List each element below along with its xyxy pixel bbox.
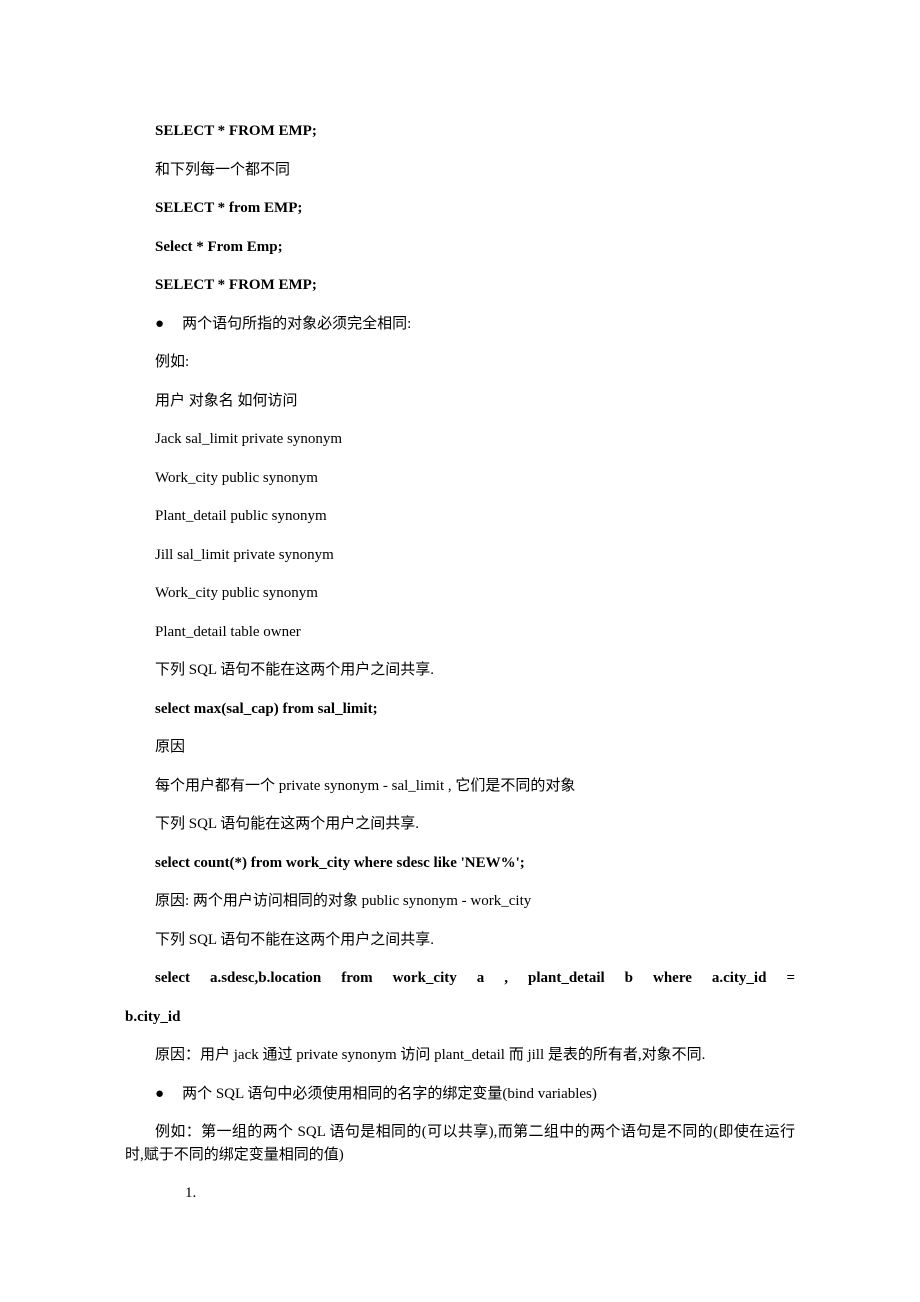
text-line: 下列 SQL 语句能在这两个用户之间共享. [125, 813, 795, 836]
text-line: 原因：用户 jack 通过 private synonym 访问 plant_d… [125, 1044, 795, 1067]
text-line: 每个用户都有一个 private synonym - sal_limit , 它… [125, 775, 795, 798]
text-line: Plant_detail table owner [125, 621, 795, 644]
text-line: Work_city public synonym [125, 582, 795, 605]
text-line: Plant_detail public synonym [125, 505, 795, 528]
sql-statement-5: select max(sal_cap) from sal_limit; [125, 698, 795, 721]
text-line: Work_city public synonym [125, 467, 795, 490]
sql-statement-1: SELECT * FROM EMP; [125, 120, 795, 143]
number-label: 1. [185, 1182, 196, 1205]
text-line: Jill sal_limit private synonym [125, 544, 795, 567]
sql-statement-6: select count(*) from work_city where sde… [125, 852, 795, 875]
text-line: Jack sal_limit private synonym [125, 428, 795, 451]
bullet-icon: ● [155, 1087, 164, 1102]
text-line: 用户 对象名 如何访问 [125, 390, 795, 413]
bullet-item-2: ● 两个 SQL 语句中必须使用相同的名字的绑定变量(bind variable… [125, 1083, 795, 1106]
sql-statement-3: Select * From Emp; [125, 236, 795, 259]
bullet-text: 两个 SQL 语句中必须使用相同的名字的绑定变量(bind variables) [182, 1083, 795, 1106]
text-line: 例如：第一组的两个 SQL 语句是相同的(可以共享),而第二组中的两个语句是不同… [125, 1121, 795, 1166]
text-line: 下列 SQL 语句不能在这两个用户之间共享. [125, 929, 795, 952]
bullet-item-1: ● 两个语句所指的对象必须完全相同: [125, 313, 795, 336]
sql-statement-2: SELECT * from EMP; [125, 197, 795, 220]
sql-statement-4: SELECT * FROM EMP; [125, 274, 795, 297]
text-line: 下列 SQL 语句不能在这两个用户之间共享. [125, 659, 795, 682]
sql-statement-7-cont: b.city_id [125, 1006, 795, 1029]
numbered-item-1: 1. [125, 1182, 795, 1205]
bullet-icon: ● [155, 317, 164, 332]
bullet-text: 两个语句所指的对象必须完全相同: [182, 313, 795, 336]
text-line: 例如: [125, 351, 795, 374]
text-line: 原因: 两个用户访问相同的对象 public synonym - work_ci… [125, 890, 795, 913]
sql-statement-7: select a.sdesc,b.location from work_city… [125, 967, 795, 990]
text-line: 原因 [125, 736, 795, 759]
text-line: 和下列每一个都不同 [125, 159, 795, 182]
